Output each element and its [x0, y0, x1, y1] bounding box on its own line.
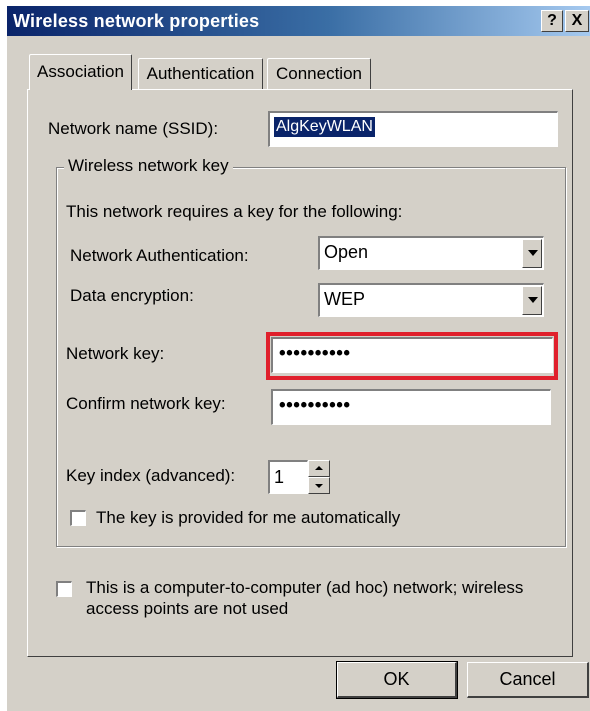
data-encryption-value: WEP [324, 289, 366, 309]
title-bar[interactable]: Wireless network properties ? X [7, 6, 590, 36]
network-key-label: Network key: [66, 344, 165, 363]
network-key-highlight-box [266, 332, 558, 380]
association-panel: Network name (SSID): AlgKeyWLAN Wireless… [27, 89, 573, 657]
key-index-label: Key index (advanced): [66, 466, 236, 485]
tab-authentication[interactable]: Authentication [138, 58, 263, 90]
adhoc-label-line1: This is a computer-to-computer (ad hoc) … [86, 578, 524, 597]
adhoc-label-line2: access points are not used [86, 599, 289, 618]
wireless-network-properties-dialog: Wireless network properties ? X Associat… [6, 6, 590, 711]
confirm-network-key-masked-value: •••••••••• [279, 395, 351, 416]
group-title: Wireless network key [64, 156, 233, 176]
chevron-down-icon [528, 250, 538, 256]
confirm-network-key-input[interactable]: •••••••••• [271, 389, 551, 425]
ssid-input[interactable]: AlgKeyWLAN [268, 111, 558, 147]
key-index-input[interactable]: 1 [268, 460, 308, 494]
ssid-value: AlgKeyWLAN [273, 116, 376, 138]
data-encryption-dropdown-button[interactable] [522, 286, 542, 315]
network-authentication-dropdown-button[interactable] [522, 239, 542, 268]
network-authentication-label: Network Authentication: [70, 246, 249, 265]
adhoc-checkbox[interactable] [56, 581, 72, 597]
data-encryption-label: Data encryption: [70, 286, 194, 305]
arrow-up-icon [315, 466, 323, 470]
spin-up-button[interactable] [308, 460, 330, 477]
chevron-down-icon [528, 297, 538, 303]
close-button[interactable]: X [565, 10, 589, 32]
ssid-label: Network name (SSID): [48, 119, 219, 138]
arrow-down-icon [315, 484, 323, 488]
confirm-network-key-label: Confirm network key: [66, 394, 226, 413]
key-index-spinner [308, 460, 330, 494]
spin-down-button[interactable] [308, 477, 330, 494]
data-encryption-select[interactable]: WEP [318, 283, 544, 317]
requires-key-text: This network requires a key for the foll… [66, 202, 403, 221]
key-index-value: 1 [274, 467, 285, 487]
network-authentication-select[interactable]: Open [318, 236, 544, 270]
window-title: Wireless network properties [13, 11, 260, 31]
ok-button[interactable]: OK [336, 661, 458, 699]
tab-connection[interactable]: Connection [267, 58, 371, 90]
auto-key-label: The key is provided for me automatically [96, 508, 401, 527]
cancel-button[interactable]: Cancel [467, 662, 589, 698]
help-button[interactable]: ? [541, 10, 563, 32]
network-authentication-value: Open [324, 242, 369, 262]
auto-key-checkbox[interactable] [70, 510, 86, 526]
tab-association[interactable]: Association [29, 54, 132, 90]
